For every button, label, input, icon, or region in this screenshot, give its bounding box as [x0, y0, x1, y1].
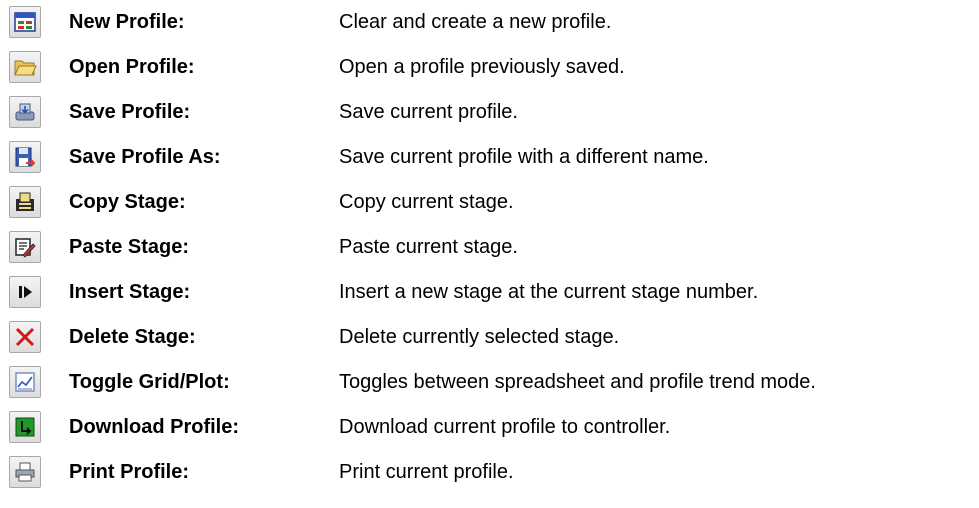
insert-stage-button[interactable]	[9, 276, 41, 308]
delete-x-icon	[15, 327, 35, 347]
new-profile-icon	[14, 12, 36, 32]
command-name: Print Profile:	[69, 460, 190, 483]
new-profile-button[interactable]	[9, 6, 41, 38]
command-description: Toggles between spreadsheet and profile …	[339, 370, 816, 393]
legend-row-save-profile-as: Save Profile As: Save current profile wi…	[0, 135, 979, 179]
legend-row-insert-stage: Insert Stage: Insert a new stage at the …	[0, 270, 979, 314]
command-description: Copy current stage.	[339, 190, 514, 213]
legend-row-toggle-grid-plot: Toggle Grid/Plot: Toggles between spread…	[0, 360, 979, 404]
toggle-grid-plot-button[interactable]	[9, 366, 41, 398]
legend-row-print-profile: Print Profile: Print current profile.	[0, 450, 979, 494]
command-name: Download Profile:	[69, 415, 239, 438]
save-profile-icon	[15, 103, 35, 121]
legend-row-save-profile: Save Profile: Save current profile.	[0, 90, 979, 134]
trend-plot-icon	[15, 372, 35, 392]
command-description: Save current profile.	[339, 100, 518, 123]
command-name: Toggle Grid/Plot:	[69, 370, 230, 393]
save-as-icon	[15, 147, 36, 167]
command-name: Delete Stage:	[69, 325, 196, 348]
delete-stage-button[interactable]	[9, 321, 41, 353]
open-profile-button[interactable]	[9, 51, 41, 83]
command-name: New Profile:	[69, 10, 185, 33]
command-description: Print current profile.	[339, 460, 514, 483]
command-description: Insert a new stage at the current stage …	[339, 280, 759, 303]
command-description: Paste current stage.	[339, 235, 518, 258]
command-description: Save current profile with a different na…	[339, 145, 709, 168]
copy-stage-icon	[16, 192, 34, 211]
legend-row-copy-stage: Copy Stage: Copy current stage.	[0, 180, 979, 224]
command-name: Paste Stage:	[69, 235, 190, 258]
command-description: Clear and create a new profile.	[339, 10, 612, 33]
command-description: Download current profile to controller.	[339, 415, 671, 438]
print-profile-button[interactable]	[9, 456, 41, 488]
paste-stage-icon	[15, 238, 36, 258]
command-name: Save Profile As:	[69, 145, 221, 168]
insert-stage-icon	[19, 286, 32, 298]
legend-row-paste-stage: Paste Stage: Paste current stage.	[0, 225, 979, 269]
command-description: Open a profile previously saved.	[339, 55, 625, 78]
legend-row-download-profile: Download Profile: Download current profi…	[0, 405, 979, 449]
command-name: Insert Stage:	[69, 280, 191, 303]
command-name: Save Profile:	[69, 100, 191, 123]
toolbar-legend: New Profile: Clear and create a new prof…	[0, 0, 979, 508]
legend-row-open-profile: Open Profile: Open a profile previously …	[0, 45, 979, 89]
command-description: Delete currently selected stage.	[339, 325, 620, 348]
save-profile-button[interactable]	[9, 96, 41, 128]
printer-icon	[15, 462, 35, 482]
command-name: Copy Stage:	[69, 190, 186, 213]
download-profile-button[interactable]	[9, 411, 41, 443]
legend-row-new-profile: New Profile: Clear and create a new prof…	[0, 0, 979, 44]
download-icon	[15, 417, 35, 437]
command-name: Open Profile:	[69, 55, 195, 78]
open-folder-icon	[14, 60, 37, 76]
copy-stage-button[interactable]	[9, 186, 41, 218]
paste-stage-button[interactable]	[9, 231, 41, 263]
legend-row-delete-stage: Delete Stage: Delete currently selected …	[0, 315, 979, 359]
save-profile-as-button[interactable]	[9, 141, 41, 173]
